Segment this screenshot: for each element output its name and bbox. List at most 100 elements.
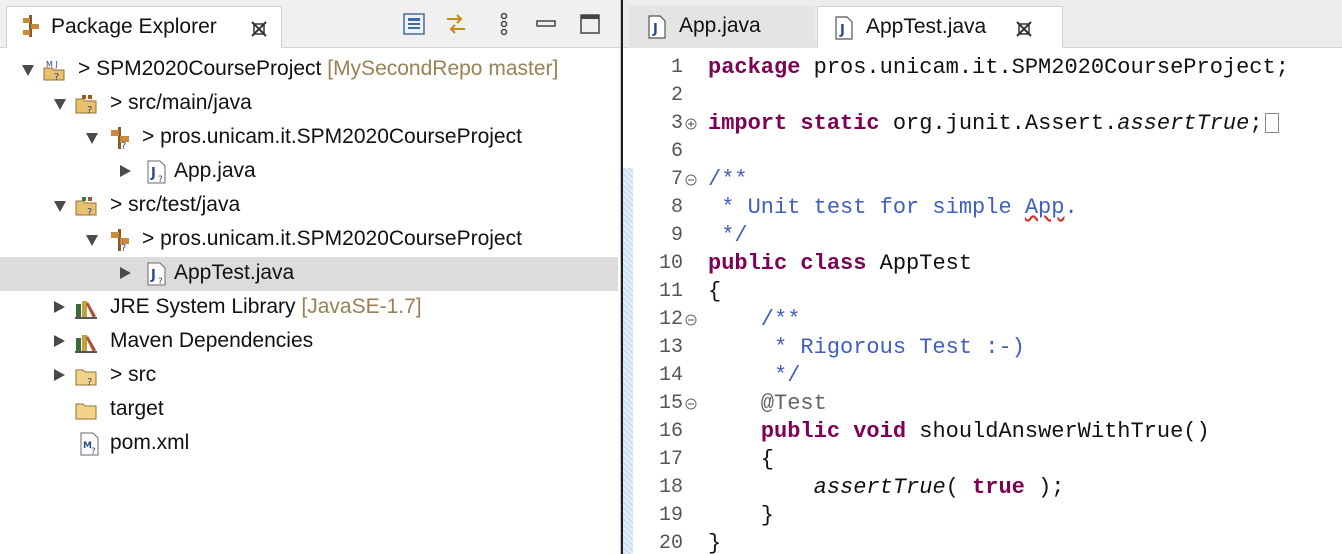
code-line: 9 */ <box>623 222 1342 250</box>
code-line: 20 } <box>623 530 1342 554</box>
package-explorer-icon <box>23 15 39 37</box>
code-line: 8 * Unit test for simple App. <box>623 194 1342 222</box>
code-text: } <box>708 531 722 554</box>
line-number: 1 <box>670 56 683 79</box>
java-editor: J App.java J AppTest.java 1 package pros… <box>623 0 1342 554</box>
line-number: 18 <box>658 476 683 499</box>
tree-item-pom-xml[interactable]: M ? pom.xml <box>0 427 618 461</box>
library-icon <box>75 301 97 319</box>
tab-apptest-java[interactable]: J AppTest.java <box>817 6 1063 48</box>
line-number: 17 <box>658 448 683 471</box>
source-folder-icon: ? <box>75 95 97 116</box>
code-line: 16 public void shouldAnswerWithTrue() <box>623 418 1342 446</box>
collapse-arrow-icon[interactable] <box>54 301 65 313</box>
collapse-arrow-icon[interactable] <box>54 335 65 347</box>
svg-text:?: ? <box>87 377 92 388</box>
expand-arrow-icon[interactable] <box>86 133 98 144</box>
tab-label: App.java <box>679 14 761 37</box>
tree-item-src-main-java[interactable]: ? > src/main/java <box>0 87 618 121</box>
collapse-arrow-icon[interactable] <box>54 369 65 381</box>
svg-text:J: J <box>150 166 156 181</box>
link-with-editor-icon[interactable] <box>444 12 468 36</box>
source-folder-icon: ? <box>75 197 97 218</box>
collapse-fold-icon[interactable] <box>685 174 697 186</box>
tree-item-target[interactable]: target <box>0 393 618 427</box>
code-text: package pros.unicam.it.SPM2020CourseProj… <box>708 55 1289 80</box>
folder-icon <box>75 403 97 420</box>
java-file-icon: J ? <box>147 160 166 184</box>
line-number: 8 <box>670 196 683 219</box>
collapse-all-icon[interactable] <box>402 12 426 36</box>
xml-file-icon: M ? <box>80 432 99 456</box>
code-text: */ <box>708 223 748 248</box>
collapse-fold-icon[interactable] <box>685 398 697 410</box>
code-text: /** <box>708 167 748 192</box>
expand-arrow-icon[interactable] <box>22 65 34 76</box>
view-menu-icon[interactable] <box>492 12 516 36</box>
close-icon[interactable] <box>249 19 269 39</box>
close-icon[interactable] <box>1014 19 1034 39</box>
tree-item-src[interactable]: ? > src <box>0 359 618 393</box>
expand-arrow-icon[interactable] <box>86 235 98 246</box>
tree-item-apptest-java[interactable]: J ? AppTest.java <box>0 257 618 291</box>
apptest-java-label: AppTest.java <box>174 261 295 284</box>
maximize-icon[interactable] <box>578 12 602 36</box>
line-number: 14 <box>658 364 683 387</box>
tab-label: AppTest.java <box>866 15 987 38</box>
tree-item-app-java[interactable]: J ? App.java <box>0 155 618 189</box>
expand-fold-icon[interactable] <box>685 118 697 130</box>
tree-item-package-main[interactable]: ? > pros.unicam.it.SPM2020CourseProject <box>0 121 618 155</box>
folded-region-box[interactable] <box>1264 113 1279 134</box>
maven-dependencies-label: Maven Dependencies <box>110 329 314 352</box>
tree-item-project[interactable]: M J ? > SPM2020CourseProject [MySecondRe… <box>0 53 618 87</box>
svg-text:?: ? <box>121 243 126 252</box>
code-line: 12 /** <box>623 306 1342 334</box>
code-text: assertTrue( true ); <box>813 475 1065 500</box>
code-line: 11 { <box>623 278 1342 306</box>
code-line: 19 } <box>623 502 1342 530</box>
explorer-title: Package Explorer <box>51 15 217 38</box>
line-number: 6 <box>670 140 683 163</box>
tree-item-jre-library[interactable]: JRE System Library [JavaSE-1.7] <box>0 291 618 325</box>
line-number: 12 <box>658 308 683 331</box>
app-java-label: App.java <box>174 159 256 182</box>
java-file-icon: J ? <box>147 262 166 286</box>
collapse-arrow-icon[interactable] <box>120 165 131 177</box>
code-text: /** <box>708 307 801 332</box>
line-number: 7 <box>670 168 683 191</box>
src-label: > src <box>110 363 157 386</box>
package-icon: ? <box>111 229 129 252</box>
code-line: 7 /** <box>623 166 1342 194</box>
code-text: public class AppTest <box>708 251 973 276</box>
expand-arrow-icon[interactable] <box>54 201 66 212</box>
code-line: 14 */ <box>623 362 1342 390</box>
tree-item-package-test[interactable]: ? > pros.unicam.it.SPM2020CourseProject <box>0 223 618 257</box>
svg-text:J: J <box>839 23 845 38</box>
svg-text:?: ? <box>121 141 126 150</box>
code-text: { <box>708 279 722 304</box>
tree-item-src-test-java[interactable]: ? > src/test/java <box>0 189 618 223</box>
tree-item-maven-dependencies[interactable]: Maven Dependencies <box>0 325 618 359</box>
collapse-arrow-icon[interactable] <box>120 267 131 279</box>
line-number: 16 <box>658 420 683 443</box>
package-explorer-view: Package Explorer M J ? > SPM2020CoursePr… <box>0 0 621 554</box>
code-line: 13 * Rigorous Test :-) <box>623 334 1342 362</box>
java-file-icon: J <box>648 15 666 39</box>
code-line: 10 public class AppTest <box>623 250 1342 278</box>
expand-arrow-icon[interactable] <box>54 99 66 110</box>
java-file-icon: J <box>835 16 853 40</box>
code-line: 15 @Test <box>623 390 1342 418</box>
collapse-fold-icon[interactable] <box>685 314 697 326</box>
folder-icon: ? <box>75 369 97 388</box>
svg-text:J: J <box>652 22 658 37</box>
svg-text:?: ? <box>158 277 163 286</box>
library-icon <box>75 335 97 353</box>
svg-text:?: ? <box>87 207 92 218</box>
code-line: 2 <box>623 82 1342 110</box>
jre-library-label: JRE System Library [JavaSE-1.7] <box>110 295 422 318</box>
code-text: { <box>708 447 775 472</box>
tab-app-java[interactable]: J App.java <box>629 6 815 48</box>
minimize-icon[interactable] <box>534 12 558 36</box>
code-line: 1 package pros.unicam.it.SPM2020CoursePr… <box>623 54 1342 82</box>
package-explorer-tab[interactable]: Package Explorer <box>6 6 282 48</box>
